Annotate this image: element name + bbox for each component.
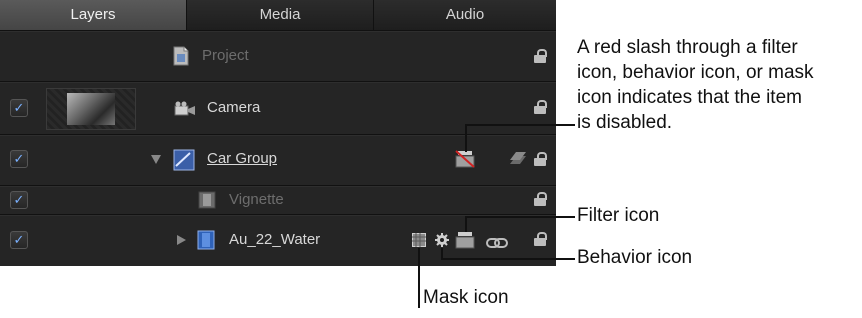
filter-icon-disabled[interactable] [455, 150, 475, 173]
callout-behavior-label: Behavior icon [577, 247, 693, 268]
callout-line [465, 124, 467, 152]
layer-name[interactable]: Car Group [207, 150, 277, 167]
callout-disabled-line-3: icon indicates that the item [577, 87, 802, 108]
lock-icon[interactable] [534, 232, 547, 246]
camera-icon [174, 101, 196, 122]
layer-name[interactable]: Camera [207, 99, 260, 116]
callout-disabled-line-2: icon, behavior icon, or mask [577, 62, 814, 83]
callout-line [441, 248, 443, 260]
callout-disabled-line-1: A red slash through a filter [577, 37, 798, 58]
lock-icon[interactable] [534, 49, 547, 63]
disclosure-triangle-collapsed-icon[interactable] [177, 235, 186, 245]
lock-icon[interactable] [534, 152, 547, 166]
layer-name[interactable]: Vignette [229, 191, 284, 208]
tab-bar: Layers Media Audio [0, 0, 556, 31]
callout-line [465, 216, 467, 232]
layer-row-camera[interactable]: ✓ Camera [0, 82, 556, 135]
layer-name[interactable]: Project [202, 47, 249, 64]
project-icon [172, 46, 190, 71]
layers-panel: Layers Media Audio Project ✓ Camera ✓ Ca… [0, 0, 556, 266]
layer-name[interactable]: Au_22_Water [229, 231, 320, 248]
tab-layers[interactable]: Layers [0, 0, 187, 30]
layer-checkbox[interactable]: ✓ [10, 191, 28, 209]
disclosure-triangle-expanded-icon[interactable] [151, 155, 161, 164]
link-icon[interactable] [486, 235, 508, 253]
lock-icon[interactable] [534, 192, 547, 206]
callout-line [441, 258, 575, 260]
callout-mask-label: Mask icon [423, 287, 509, 308]
callout-line [465, 124, 575, 126]
group-icon [173, 149, 195, 176]
lock-icon[interactable] [534, 100, 547, 114]
callout-line [465, 216, 575, 218]
layer-checkbox[interactable]: ✓ [10, 150, 28, 168]
layer-thumbnail [46, 88, 136, 130]
layer-row-vignette[interactable]: ✓ Vignette [0, 186, 556, 215]
tab-media[interactable]: Media [187, 0, 374, 30]
filter-icon[interactable] [455, 231, 475, 254]
tab-audio[interactable]: Audio [374, 0, 556, 30]
stack-icon [508, 152, 528, 173]
layer-row-project[interactable]: Project [0, 31, 556, 82]
callout-line [418, 248, 420, 308]
layer-checkbox[interactable]: ✓ [10, 99, 28, 117]
layer-row-car-group[interactable]: ✓ Car Group [0, 135, 556, 186]
layer-checkbox[interactable]: ✓ [10, 231, 28, 249]
callout-disabled-line-4: is disabled. [577, 112, 673, 133]
film-icon [198, 191, 216, 214]
callout-filter-label: Filter icon [577, 205, 660, 226]
film-icon [197, 230, 215, 255]
